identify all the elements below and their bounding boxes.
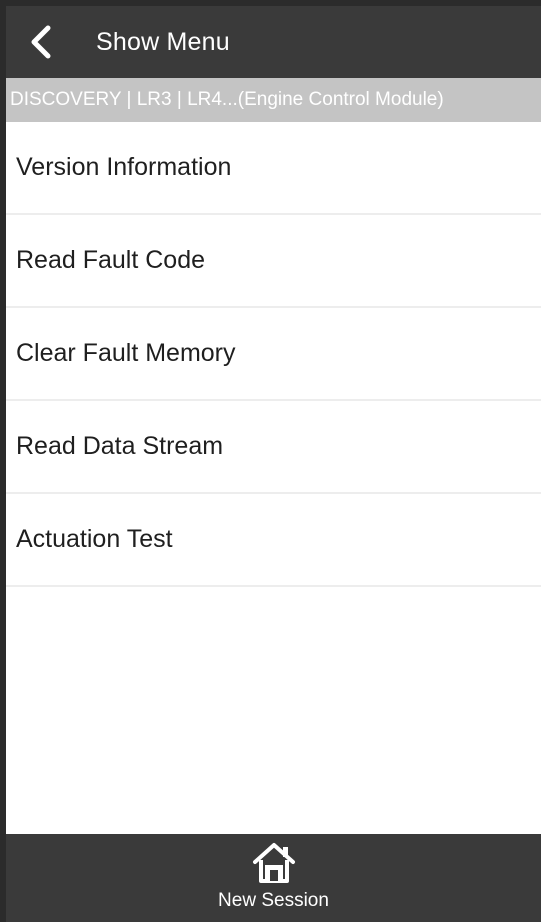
menu-item-read-data-stream[interactable]: Read Data Stream <box>6 401 541 494</box>
menu-item-version-information[interactable]: Version Information <box>6 122 541 215</box>
menu-item-label: Clear Fault Memory <box>16 339 236 367</box>
menu-item-label: Read Fault Code <box>16 246 206 274</box>
menu-item-label: Read Data Stream <box>16 432 224 460</box>
menu-item-label: Version Information <box>16 153 232 181</box>
menu-item-label: Actuation Test <box>16 525 173 553</box>
menu-item-read-fault-code[interactable]: Read Fault Code <box>6 215 541 308</box>
menu-item-clear-fault-memory[interactable]: Clear Fault Memory <box>6 308 541 401</box>
new-session-button[interactable]: New Session <box>6 834 541 922</box>
breadcrumb: DISCOVERY | LR3 | LR4...(Engine Control … <box>6 78 541 122</box>
chevron-left-icon <box>31 25 51 59</box>
menu-list: Version Information Read Fault Code Clea… <box>6 122 541 587</box>
menu-item-actuation-test[interactable]: Actuation Test <box>6 494 541 587</box>
app-frame: Show Menu DISCOVERY | LR3 | LR4...(Engin… <box>0 0 541 922</box>
top-bar: Show Menu <box>6 6 541 78</box>
back-button[interactable] <box>6 6 76 78</box>
page-title: Show Menu <box>96 27 230 56</box>
new-session-label: New Session <box>218 890 329 911</box>
home-icon <box>252 843 295 883</box>
